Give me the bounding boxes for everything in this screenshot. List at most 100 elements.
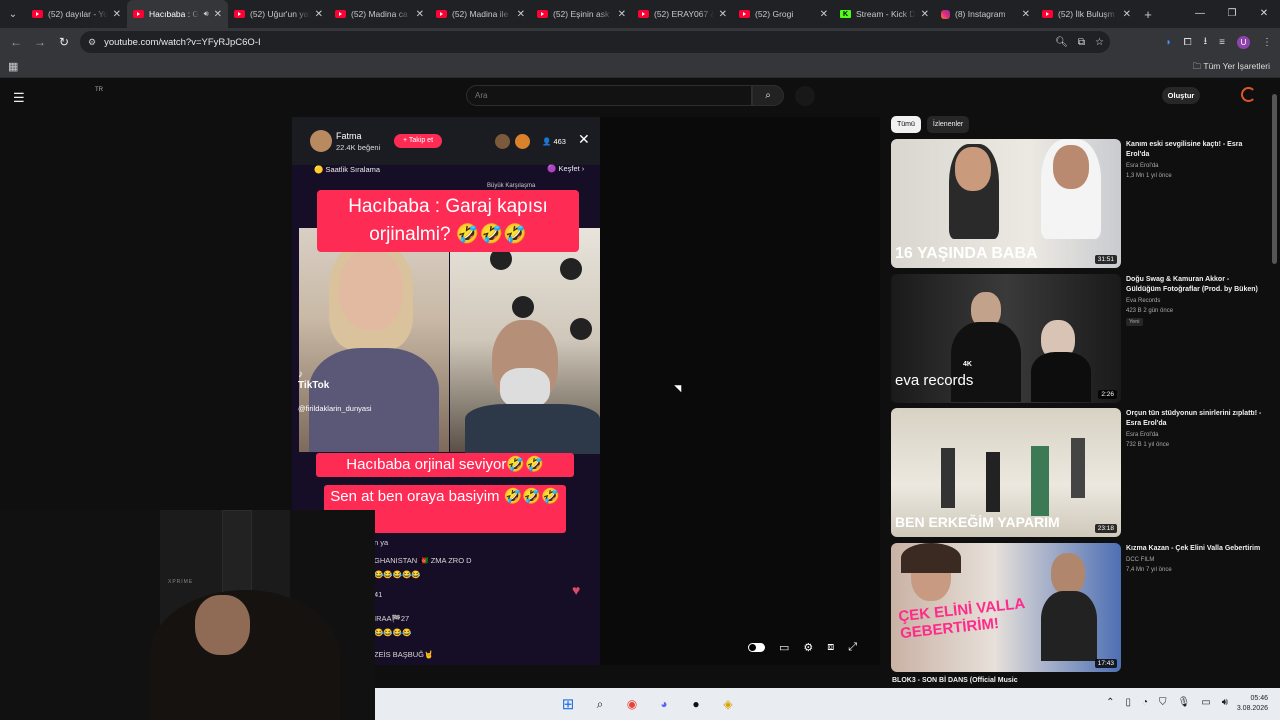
browser-tab[interactable]: Stream - Kick D ✕ [834, 0, 935, 28]
close-window-icon[interactable]: ✕ [1248, 0, 1280, 28]
autoplay-toggle[interactable] [748, 643, 765, 652]
recommendation-item[interactable]: 4K eva records 2:26 Doğu Swag & Kamuran … [891, 274, 1271, 404]
explore-label: Keşfet [558, 164, 580, 173]
browser-tab-strip: ⌄ (52) dayılar - Yo ✕ Hacıbaba : G 🔊︎ ✕ (52) … [0, 0, 1280, 28]
tab-close-icon[interactable]: ✕ [214, 9, 222, 20]
extension-icon[interactable]: ◗ [1166, 37, 1172, 48]
network-icon[interactable]: ◔ [1142, 697, 1148, 708]
browser-tab[interactable]: (52) dayılar - Yo ✕ [26, 0, 127, 28]
install-icon[interactable]: ⧉ [1078, 37, 1085, 48]
browser-tab[interactable]: Hacıbaba : G 🔊︎ ✕ [127, 0, 228, 28]
discord-icon[interactable]: ◕ [653, 693, 675, 715]
browser-tab[interactable]: (52) Grogi ✕ [733, 0, 834, 28]
volume-icon[interactable]: 🔊︎ [1222, 697, 1228, 708]
obs-icon[interactable]: ● [685, 693, 707, 715]
browser-tab[interactable]: (52) Uğur'un yal ✕ [228, 0, 329, 28]
tab-close-icon[interactable]: ✕ [1022, 9, 1030, 20]
tab-audio-icon[interactable]: 🔊︎ [204, 9, 209, 19]
forward-icon[interactable]: → [28, 35, 52, 49]
fullscreen-icon[interactable]: ⤢ [848, 641, 857, 654]
voice-search-button[interactable] [795, 86, 815, 106]
battery-icon[interactable]: ▯ [1125, 697, 1131, 708]
browser-tab[interactable]: (52) Eşinin ask ✕ [531, 0, 632, 28]
tray-overflow-icon[interactable]: ⌃ [1106, 697, 1114, 708]
tab-search-chevron-icon[interactable]: ⌄ [0, 0, 26, 28]
chrome-icon[interactable]: ◉ [621, 693, 643, 715]
minimize-icon[interactable]: — [1184, 0, 1216, 28]
video-thumbnail[interactable]: 16 YAŞINDA BABA 31:51 [891, 139, 1121, 268]
site-info-icon[interactable]: ⚙ [88, 37, 96, 48]
hamburger-menu-icon[interactable]: ☰ [13, 90, 25, 106]
windows-taskbar: ⊞ ⌕ ◉ ◕ ● ◈ ⌃ ▯ ◔ ⛉ 🎙︎ ▭ 🔊︎ 05:46 3.08.2… [375, 688, 1280, 720]
create-button[interactable]: Oluştur [1162, 87, 1200, 104]
next-recommendation-title[interactable]: BLOK3 - SON Bİ DANS (Official Music [892, 677, 1018, 684]
recommendation-channel[interactable]: Eva Records [1126, 297, 1266, 306]
zoom-icon[interactable]: 🔍︎ [1055, 37, 1068, 48]
video-thumbnail[interactable]: BEN ERKEĞİM YAPARIM 23:18 [891, 408, 1121, 537]
video-player[interactable]: Fatma 22.4K beğeni + Takip et 👤 463 ✕ 🟡 … [292, 117, 880, 665]
tab-title: Hacıbaba : G [149, 9, 199, 19]
browser-tab[interactable]: (52) ERAY067 & ✕ [632, 0, 733, 28]
taskbar-search-icon[interactable]: ⌕ [589, 693, 611, 715]
tab-close-icon[interactable]: ✕ [113, 9, 121, 20]
restore-icon[interactable]: ❐ [1216, 0, 1248, 28]
chat-line: ZEİS BAŞBUĞ🤘 [374, 650, 434, 659]
recommendation-item[interactable]: BEN ERKEĞİM YAPARIM 23:18 Orçun tün stüd… [891, 408, 1271, 538]
live-close-icon: ✕ [578, 131, 590, 147]
tab-close-icon[interactable]: ✕ [315, 9, 323, 20]
download-icon[interactable]: ⭳ [1204, 34, 1208, 51]
search-button[interactable]: ⌕ [752, 85, 784, 106]
mic-icon[interactable]: 🎙︎ [1178, 697, 1191, 708]
miniplayer-icon[interactable]: ⧈ [827, 641, 834, 654]
tab-close-icon[interactable]: ✕ [719, 9, 727, 20]
display-icon[interactable]: ▭ [1201, 697, 1210, 708]
tab-close-icon[interactable]: ✕ [416, 9, 424, 20]
tab-title: (52) ERAY067 & [654, 9, 714, 19]
tab-close-icon[interactable]: ✕ [820, 9, 828, 20]
video-thumbnail[interactable]: ÇEK ELİNİ VALLA GEBERTİRİM! 17:43 [891, 543, 1121, 672]
settings-gear-icon[interactable]: ⚙ [803, 641, 813, 654]
taskbar-clock[interactable]: 05:46 3.08.2026 [1237, 694, 1268, 714]
tab-close-icon[interactable]: ✕ [517, 9, 525, 20]
recommendation-title[interactable]: Doğu Swag & Kamuran Akkor - Güldüğüm Fot… [1126, 275, 1266, 295]
all-bookmarks-button[interactable]: 🗀 Tüm Yer İşaretleri [1193, 61, 1270, 75]
tab-title: (52) Madina ca [351, 9, 408, 19]
back-icon[interactable]: ← [4, 35, 28, 49]
recommendation-title[interactable]: Kızma Kazan - Çek Elini Valla Gebertirim [1126, 544, 1266, 554]
search-input[interactable]: Ara [466, 85, 752, 106]
recommendation-title[interactable]: Kanım eski sevgilisine kaçtı! - Esra Ero… [1126, 140, 1266, 160]
app-icon[interactable]: ◈ [717, 693, 739, 715]
chip-all[interactable]: Tümü [891, 116, 921, 133]
chrome-menu-icon[interactable]: ⋮ [1262, 37, 1272, 48]
recommendation-item[interactable]: 16 YAŞINDA BABA 31:51 Kanım eski sevgili… [891, 139, 1271, 269]
media-controls-icon[interactable]: ≡ [1219, 37, 1225, 48]
apps-grid-icon[interactable]: ▦ [8, 60, 18, 73]
recommendation-item[interactable]: ÇEK ELİNİ VALLA GEBERTİRİM! 17:43 Kızma … [891, 543, 1271, 673]
security-icon[interactable]: ⛉ [1159, 697, 1167, 708]
chip-watched[interactable]: İzlenenler [926, 116, 970, 133]
new-tab-button[interactable]: + [1137, 7, 1159, 22]
reload-icon[interactable]: ↻ [52, 35, 76, 49]
recommendation-channel[interactable]: Esra Erol'da [1126, 162, 1266, 171]
bookmark-star-icon[interactable]: ☆ [1095, 37, 1104, 48]
profile-avatar[interactable]: U [1237, 35, 1250, 49]
chat-line: 😂😂😂😂 [374, 628, 412, 637]
browser-tab[interactable]: (8) Instagram ✕ [935, 0, 1036, 28]
windows-start-icon[interactable]: ⊞ [557, 693, 579, 715]
extensions-puzzle-icon[interactable]: ⧠ [1184, 37, 1192, 48]
channel-avatar[interactable] [1241, 87, 1256, 102]
address-bar[interactable]: ⚙ youtube.com/watch?v=YFyRJpC6O-I 🔍︎ ⧉ ☆ [80, 31, 1110, 53]
subtitles-icon[interactable]: ▭ [779, 641, 789, 654]
scrollbar-thumb[interactable] [1272, 94, 1277, 264]
video-thumbnail[interactable]: 4K eva records 2:26 [891, 274, 1121, 403]
recommendation-title[interactable]: Orçun tün stüdyonun sinirlerini zıplattı… [1126, 409, 1266, 429]
recommendation-channel[interactable]: DCC FILM [1126, 556, 1266, 565]
woman-face [339, 250, 403, 330]
browser-tab[interactable]: (52) Madina ile ✕ [430, 0, 531, 28]
tab-close-icon[interactable]: ✕ [921, 9, 929, 20]
recommendation-channel[interactable]: Esra Erol'da [1126, 431, 1266, 440]
browser-tab[interactable]: (52) İlk Buluşm ✕ [1036, 0, 1137, 28]
tab-close-icon[interactable]: ✕ [1123, 9, 1131, 20]
browser-tab[interactable]: (52) Madina ca ✕ [329, 0, 430, 28]
tab-close-icon[interactable]: ✕ [618, 9, 626, 20]
